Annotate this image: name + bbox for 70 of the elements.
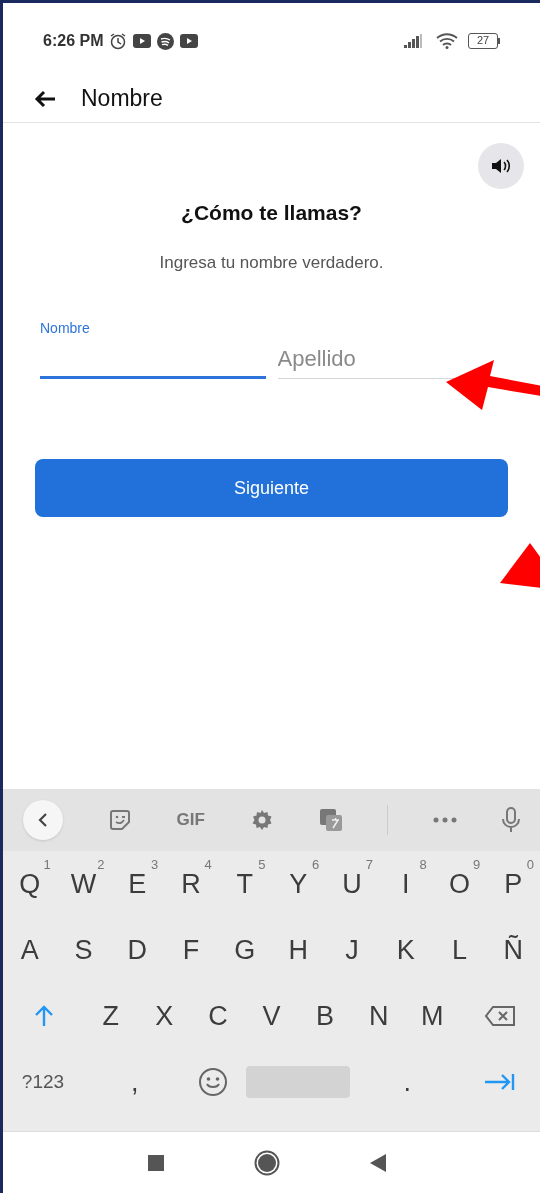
keyboard-key[interactable]: T 5 [217, 851, 272, 917]
keyboard-key[interactable]: Z [84, 983, 138, 1049]
subtitle: Ingresa tu nombre verdadero. [158, 251, 385, 274]
settings-icon [249, 808, 274, 832]
back-nav-button[interactable] [369, 1153, 386, 1172]
keyboard-key[interactable]: O 9 [432, 851, 487, 917]
recents-button[interactable] [147, 1154, 164, 1171]
music-icon [157, 32, 175, 50]
translate-icon [318, 808, 343, 832]
wifi-icon [436, 33, 458, 49]
keyboard-key[interactable]: W 2 [56, 851, 111, 917]
keyboard-key[interactable]: Y 6 [271, 851, 326, 917]
keyboard-key[interactable]: , [83, 1049, 187, 1115]
key-hint: 0 [526, 856, 535, 874]
alarm-icon [109, 32, 128, 50]
key-hint: 9 [473, 856, 481, 874]
backspace-icon [483, 1005, 516, 1027]
key-hint: 6 [312, 856, 320, 874]
keyboard-key[interactable]: S [56, 917, 111, 983]
key-hint: 8 [419, 856, 427, 874]
keyboard-key[interactable]: K [378, 917, 433, 983]
more-icon [433, 817, 458, 823]
sticker-icon [107, 808, 132, 832]
keyboard-key[interactable]: H [271, 917, 326, 983]
status-time: 6:26 PM [43, 31, 104, 51]
next-button[interactable]: Siguiente [35, 459, 508, 517]
keyboard-key[interactable]: G [217, 917, 272, 983]
back-arrow-icon [34, 89, 56, 108]
tab-arrow-icon [483, 1072, 516, 1092]
key-hint: 3 [150, 856, 159, 874]
key-hint: 1 [43, 856, 51, 874]
keyboard-key[interactable]: N [351, 983, 406, 1049]
key-hint: 7 [365, 856, 373, 874]
keyboard-key[interactable]: X [137, 983, 192, 1049]
keyboard-key[interactable]: C [191, 983, 245, 1049]
keyboard-key[interactable]: U 7 [325, 851, 379, 917]
keyboard-key[interactable]: E 3 [110, 851, 165, 917]
keyboard-key[interactable]: . [355, 1049, 459, 1115]
smiley-icon [198, 1067, 229, 1097]
keyboard-key[interactable]: M [405, 983, 460, 1049]
keyboard-key[interactable]: D [110, 917, 165, 983]
heading: ¿Cómo te llamas? [180, 200, 363, 226]
chevron-left-icon [38, 812, 48, 828]
keyboard-key[interactable]: F [164, 917, 218, 983]
speaker-icon [491, 157, 511, 175]
keyboard-key[interactable]: V [244, 983, 299, 1049]
play-icon [133, 34, 152, 48]
keyboard-key[interactable]: Q 1 [3, 851, 57, 917]
signal-icon [404, 34, 424, 48]
keyboard-key[interactable]: R 4 [164, 851, 218, 917]
keyboard-key[interactable]: I 8 [378, 851, 433, 917]
key-hint: 4 [204, 856, 212, 874]
key-hint: 5 [258, 856, 266, 874]
symbols-key[interactable]: ?123 [3, 1049, 83, 1115]
keyboard-key[interactable]: L [432, 917, 487, 983]
audio-button[interactable] [478, 143, 524, 189]
key-hint: 2 [97, 856, 105, 874]
keyboard-key[interactable]: J [325, 917, 379, 983]
play-icon [180, 34, 199, 48]
home-button[interactable] [253, 1149, 280, 1176]
page-title: Nombre [81, 84, 163, 114]
collapse-button[interactable] [23, 800, 63, 840]
keyboard-key[interactable]: B [298, 983, 352, 1049]
annotation-arrow [500, 543, 540, 588]
keyboard-key[interactable]: Ñ [486, 917, 540, 983]
keyboard-key[interactable]: P 0 [486, 851, 540, 917]
battery-level: 27 [468, 33, 498, 49]
microphone-icon [501, 807, 520, 833]
keyboard-key[interactable]: A [3, 917, 57, 983]
field-label: Nombre [40, 319, 91, 338]
